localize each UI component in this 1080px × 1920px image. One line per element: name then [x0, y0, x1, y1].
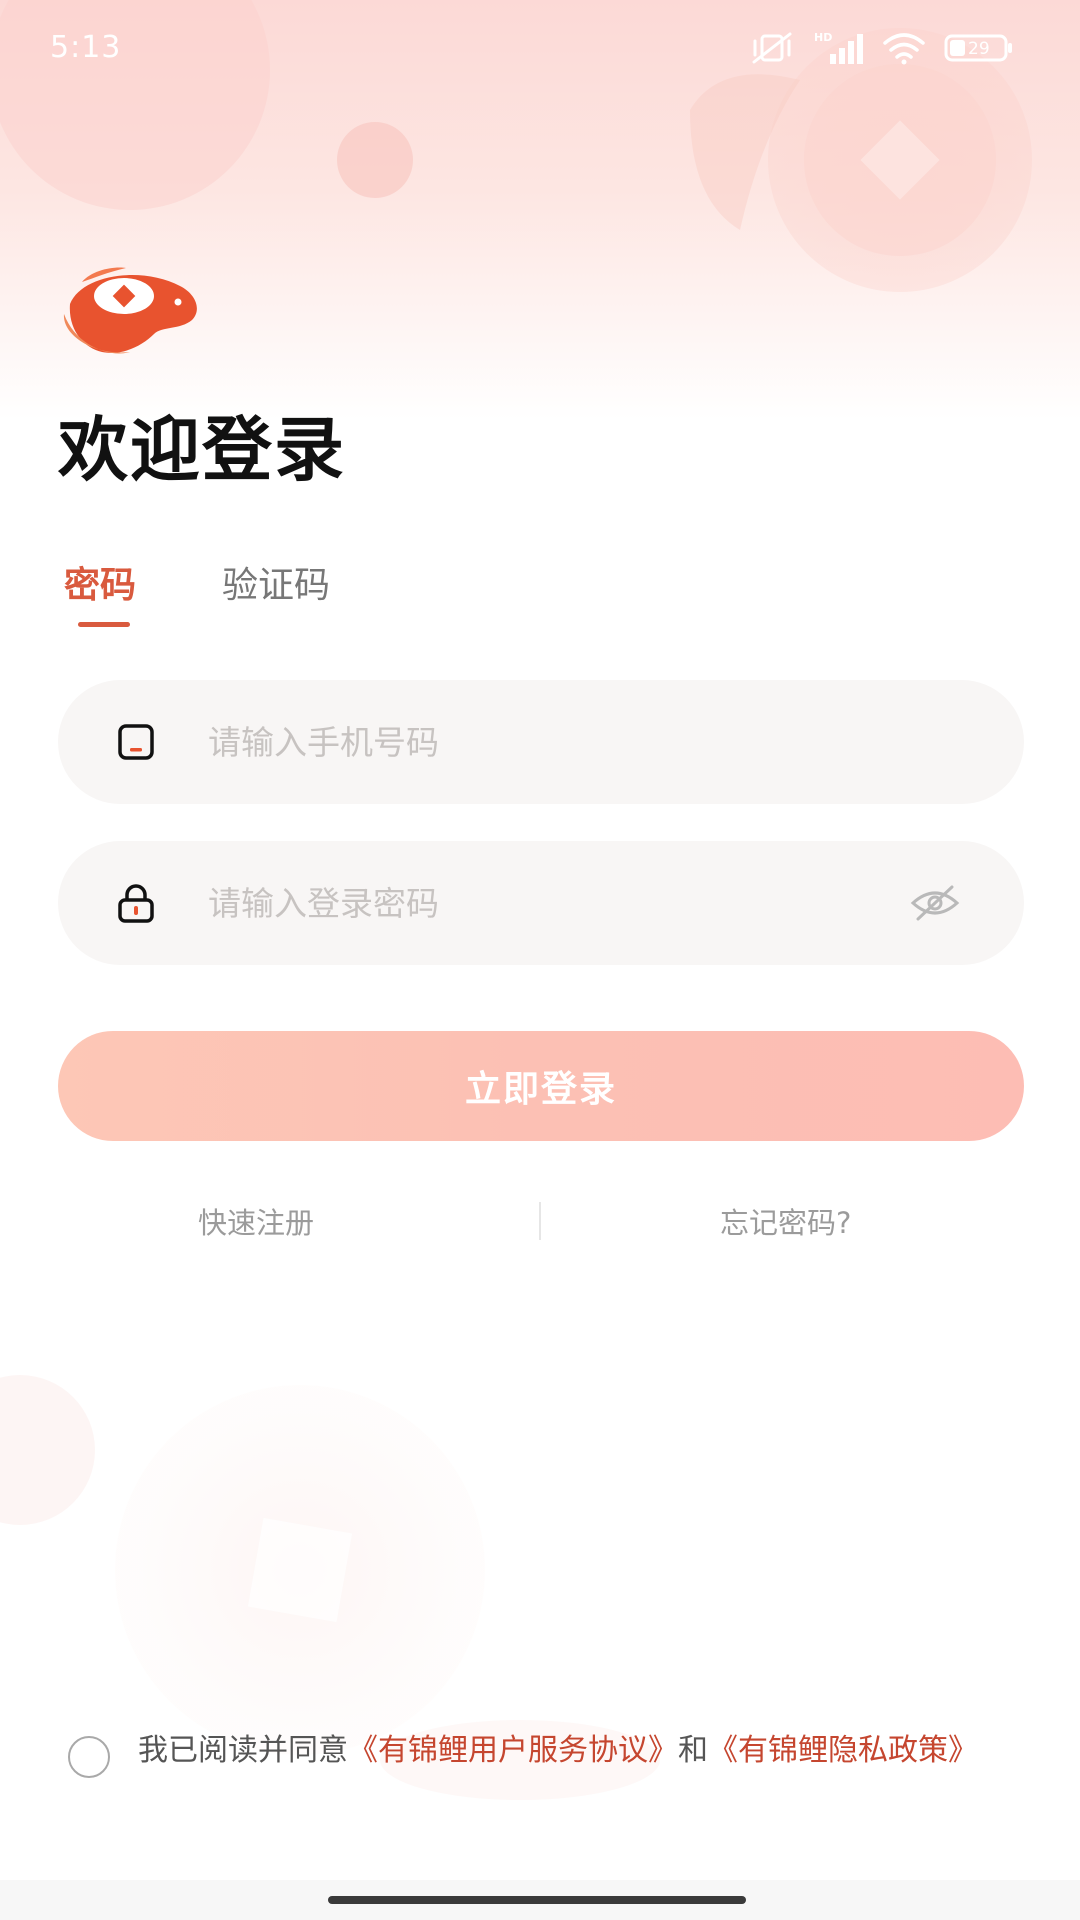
phone-input[interactable]: [208, 680, 908, 804]
links-divider: [539, 1202, 541, 1240]
register-link[interactable]: 快速注册: [198, 1200, 314, 1242]
status-time: 5:13: [50, 30, 122, 65]
vibrate-off-icon: [750, 31, 794, 65]
tab-password[interactable]: 密码: [64, 556, 136, 608]
page-title: 欢迎登录: [58, 409, 346, 491]
status-icons: HD 29: [750, 28, 1014, 68]
eye-closed-icon[interactable]: [910, 883, 960, 923]
network-label: HD: [814, 31, 832, 44]
phone-icon: [116, 722, 156, 762]
lock-icon: [116, 883, 156, 923]
password-input[interactable]: [208, 841, 908, 965]
service-agreement-link[interactable]: 《有锦鲤用户服务协议》: [348, 1733, 678, 1768]
agreement-prefix: 我已阅读并同意: [138, 1733, 348, 1768]
tab-active-indicator: [78, 622, 130, 627]
password-field: [58, 841, 1024, 965]
agreement-middle: 和: [678, 1733, 708, 1768]
phone-field: [58, 680, 1024, 804]
koi-fish-logo-icon: [62, 264, 202, 360]
login-button[interactable]: 立即登录: [58, 1031, 1024, 1141]
wifi-icon: [882, 31, 926, 65]
home-indicator[interactable]: [328, 1896, 746, 1904]
status-bar: 5:13 HD 29: [0, 0, 1080, 100]
signal-icon: HD: [812, 30, 864, 66]
battery-level: 29: [968, 39, 990, 59]
forgot-password-link[interactable]: 忘记密码?: [720, 1200, 851, 1242]
agreement-text: 我已阅读并同意《有锦鲤用户服务协议》和《有锦鲤隐私政策》: [138, 1730, 1018, 1772]
agreement-checkbox[interactable]: [68, 1736, 110, 1778]
tab-verification-code[interactable]: 验证码: [222, 556, 330, 608]
privacy-policy-link[interactable]: 《有锦鲤隐私政策》: [708, 1733, 978, 1768]
battery-icon: 29: [944, 33, 1014, 63]
